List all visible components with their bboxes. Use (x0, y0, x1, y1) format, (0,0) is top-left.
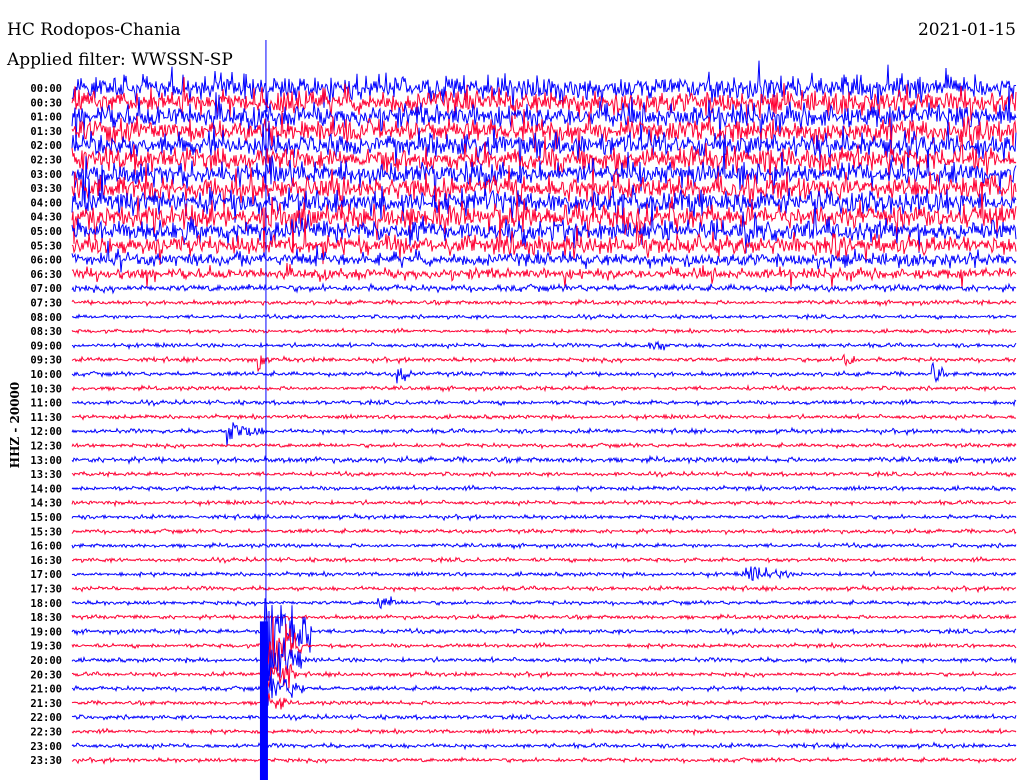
row-label: 02:30 (30, 155, 62, 167)
row-label: 15:30 (30, 526, 62, 538)
row-label: 12:00 (30, 426, 62, 438)
row-label: 08:30 (30, 326, 62, 338)
trace-18-30 (71, 613, 1017, 622)
trace-11-00 (71, 398, 1017, 407)
row-label: 03:30 (30, 183, 62, 195)
row-label: 16:00 (30, 541, 62, 553)
trace-19-30 (71, 617, 1017, 672)
trace-17-00 (71, 566, 1017, 581)
row-label: 05:00 (30, 226, 62, 238)
trace-09-00 (71, 340, 1017, 351)
trace-13-00 (71, 454, 1017, 466)
row-label: 04:00 (30, 197, 62, 209)
row-label: 07:00 (30, 283, 62, 295)
row-label: 20:00 (30, 655, 62, 667)
row-label: 21:00 (30, 684, 62, 696)
trace-14-00 (71, 484, 1017, 493)
trace-16-00 (71, 541, 1017, 551)
row-label: 22:30 (30, 727, 62, 739)
row-label: 06:00 (30, 255, 62, 267)
row-label: 01:00 (30, 112, 62, 124)
row-label: 12:30 (30, 441, 62, 453)
trace-08-30 (71, 327, 1017, 336)
row-label: 18:00 (30, 598, 62, 610)
row-label: 17:30 (30, 584, 62, 596)
row-label: 09:00 (30, 340, 62, 352)
plot-area: 00:00 00:30 01:00 01:30 02:00 02:30 03:00 03:30… (30, 40, 1017, 780)
row-label: 09:30 (30, 355, 62, 367)
trace-13-30 (71, 469, 1017, 479)
row-label: 13:00 (30, 455, 62, 467)
row-label: 00:30 (30, 97, 62, 109)
row-label: 22:00 (30, 712, 62, 724)
row-label: 15:00 (30, 512, 62, 524)
row-label: 08:00 (30, 312, 62, 324)
row-label: 18:30 (30, 612, 62, 624)
row-label: 10:00 (30, 369, 62, 381)
row-label: 21:30 (30, 698, 62, 710)
row-label: 19:30 (30, 641, 62, 653)
row-label: 11:00 (30, 398, 62, 410)
row-label: 04:30 (30, 212, 62, 224)
trace-05-00 (71, 199, 1017, 254)
trace-14-30 (71, 498, 1017, 508)
trace-09-30 (71, 353, 1017, 372)
row-label: 17:00 (30, 569, 62, 581)
trace-17-30 (71, 584, 1017, 594)
trace-22-00 (71, 712, 1017, 722)
row-label: 01:30 (30, 126, 62, 138)
row-label: 13:30 (30, 469, 62, 481)
helicorder-chart: HC Rodopos-Chania Applied filter: WWSSN-… (0, 0, 1024, 780)
row-label: 02:00 (30, 140, 62, 152)
trace-12-30 (71, 441, 1017, 450)
trace-15-30 (71, 527, 1017, 536)
row-label: 07:30 (30, 298, 62, 310)
row-label: 14:00 (30, 483, 62, 495)
row-label: 14:30 (30, 498, 62, 510)
row-label: 23:30 (30, 755, 62, 767)
trace-22-30 (71, 727, 1017, 737)
row-label: 11:30 (30, 412, 62, 424)
row-label: 23:00 (30, 741, 62, 753)
trace-20-30 (71, 663, 1017, 689)
row-label: 00:00 (30, 83, 62, 95)
trace-10-30 (71, 384, 1017, 393)
row-label: 03:00 (30, 169, 62, 181)
trace-07-00 (71, 282, 1017, 295)
trace-16-30 (71, 555, 1017, 564)
trace-11-30 (71, 412, 1016, 422)
row-label: 05:30 (30, 240, 62, 252)
trace-10-00 (71, 361, 1017, 384)
row-label: 20:30 (30, 669, 62, 681)
trace-23-30 (71, 756, 1017, 765)
row-label: 10:30 (30, 383, 62, 395)
trace-23-00 (71, 741, 1017, 751)
trace-21-00 (71, 673, 1017, 706)
event-spike (259, 621, 268, 780)
trace-18-00 (71, 596, 1017, 610)
trace-07-30 (71, 298, 1017, 308)
trace-08-00 (71, 312, 1017, 321)
row-label: 19:00 (30, 626, 62, 638)
trace-12-00 (71, 422, 1017, 447)
row-label: 16:30 (30, 555, 62, 567)
row-label: 06:30 (30, 269, 62, 281)
trace-21-30 (71, 693, 1017, 710)
trace-15-00 (71, 512, 1017, 522)
